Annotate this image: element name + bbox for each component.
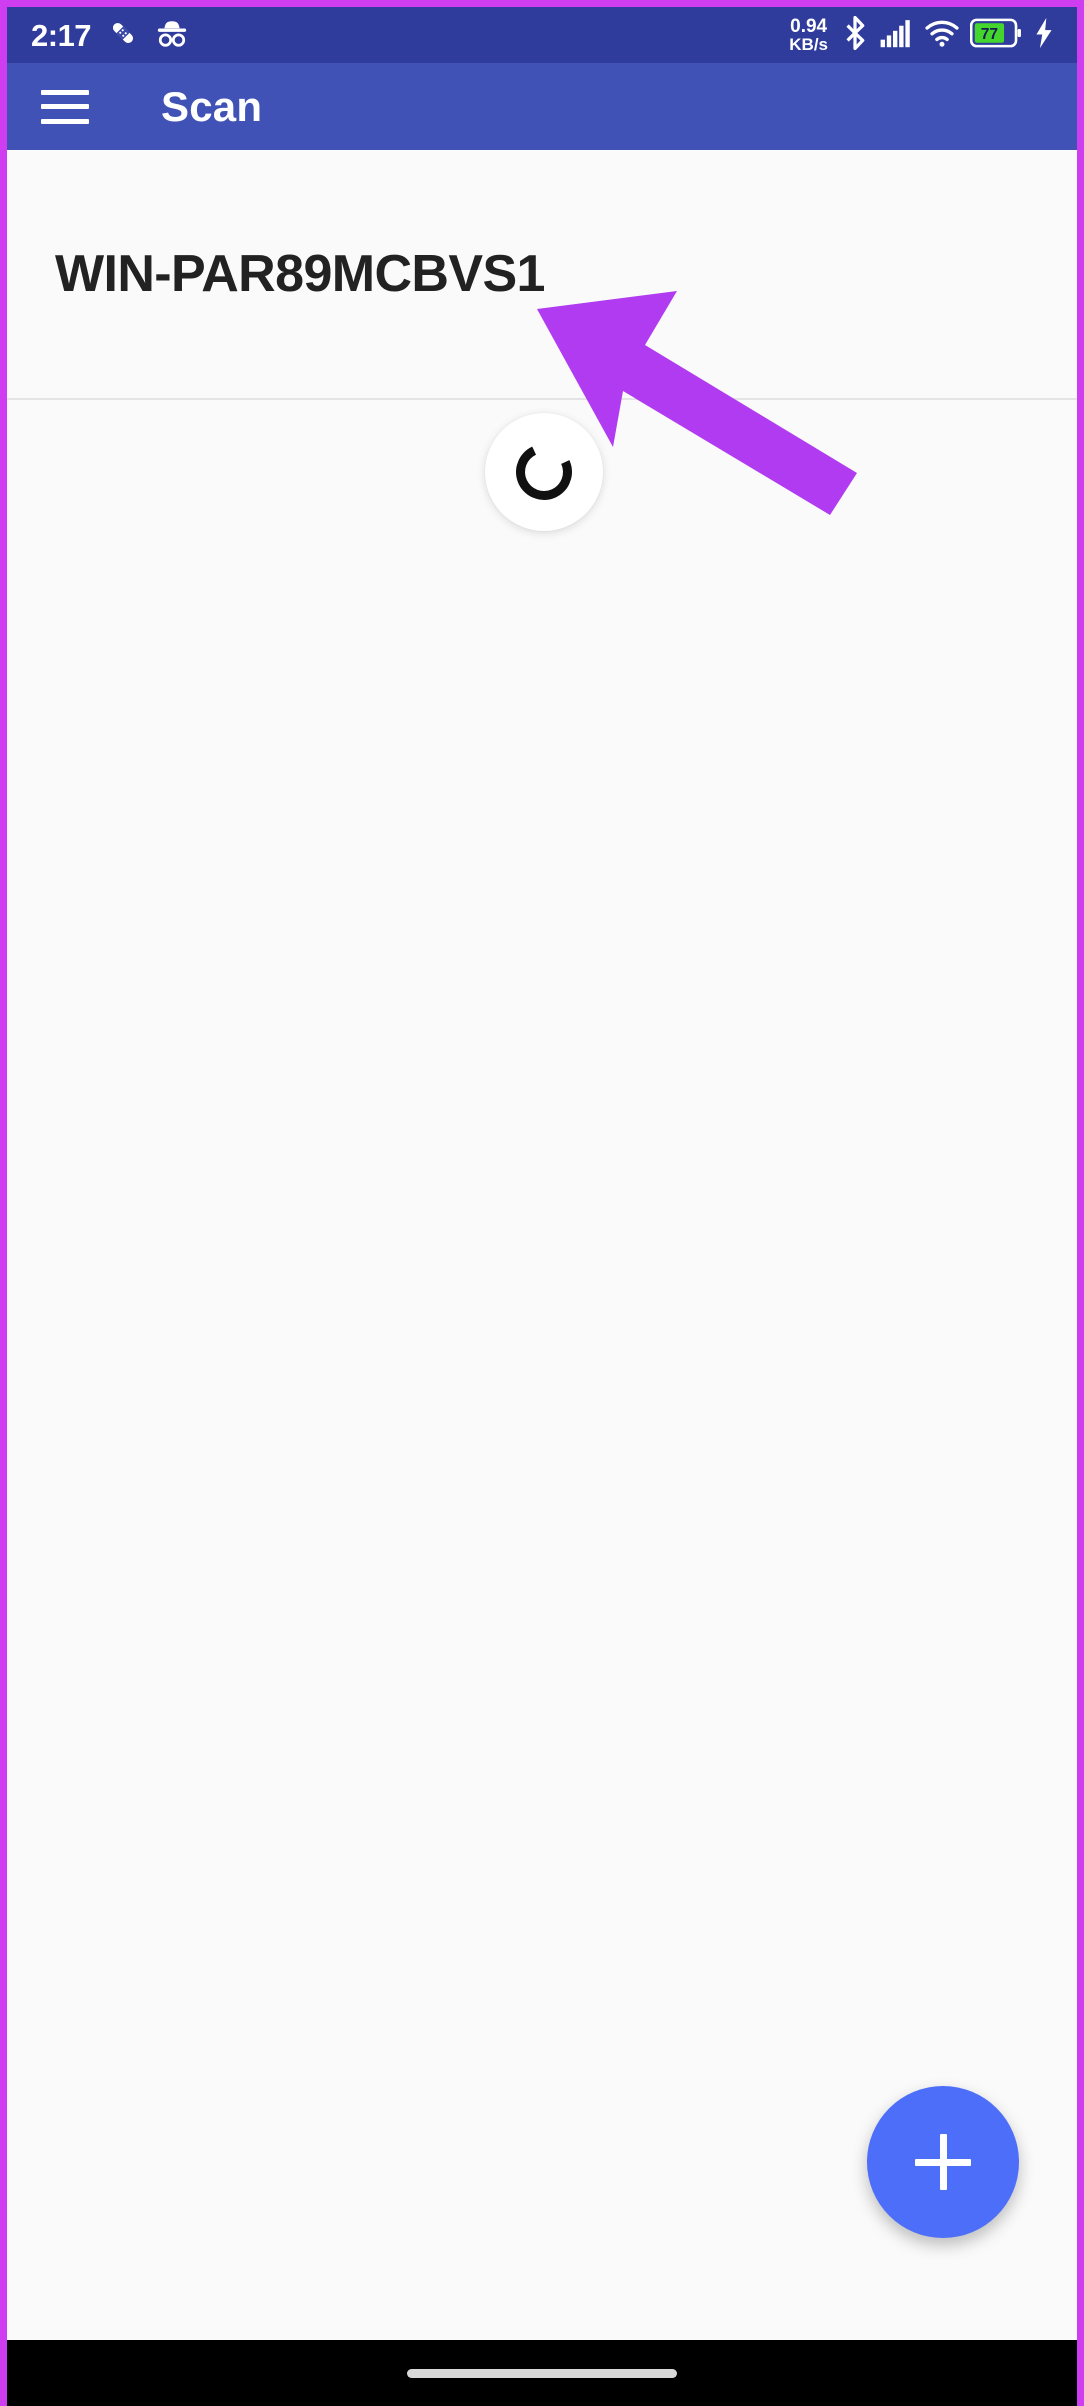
status-bar-right-group: 0.94 KB/s 77 — [789, 15, 1055, 55]
host-name-label: WIN-PAR89MCBVS1 — [55, 245, 545, 303]
system-navigation-bar — [7, 2340, 1077, 2406]
hamburger-menu-icon[interactable] — [41, 89, 89, 124]
app-bar: Scan — [7, 63, 1077, 150]
status-bar: 2:17 0.94 KB/s 77 — [7, 7, 1077, 63]
wifi-icon — [925, 18, 959, 53]
hamburger-bar-3 — [41, 118, 89, 124]
host-list-item[interactable]: WIN-PAR89MCBVS1 — [7, 150, 1077, 400]
bluetooth-icon — [841, 15, 869, 55]
scan-progress-button[interactable] — [485, 413, 603, 531]
hamburger-bar-1 — [41, 89, 89, 95]
page-title: Scan — [161, 82, 263, 130]
plus-icon — [915, 2134, 971, 2190]
status-bar-clock: 2:17 — [31, 17, 92, 53]
charging-bolt-icon — [1033, 17, 1055, 54]
network-speed-value: 0.94 — [790, 16, 828, 37]
network-speed-indicator: 0.94 KB/s — [789, 17, 828, 53]
battery-icon: 77 — [969, 18, 1022, 53]
bandage-icon — [108, 18, 138, 53]
status-bar-left-group: 2:17 — [31, 18, 189, 53]
network-speed-unit: KB/s — [789, 35, 828, 54]
loading-spinner-icon — [508, 436, 580, 508]
phone-screenshot: 2:17 0.94 KB/s 77 Scan WIN-PAR89MCBVS1 — [0, 0, 1084, 2406]
hamburger-bar-2 — [41, 104, 89, 109]
cellular-signal-icon — [880, 18, 914, 53]
add-host-fab[interactable] — [867, 2086, 1019, 2238]
incognito-icon — [155, 18, 189, 53]
home-gesture-pill[interactable] — [407, 2368, 677, 2378]
svg-text:77: 77 — [981, 26, 998, 43]
device-screen: 2:17 0.94 KB/s 77 Scan WIN-PAR89MCBVS1 — [7, 7, 1077, 2406]
